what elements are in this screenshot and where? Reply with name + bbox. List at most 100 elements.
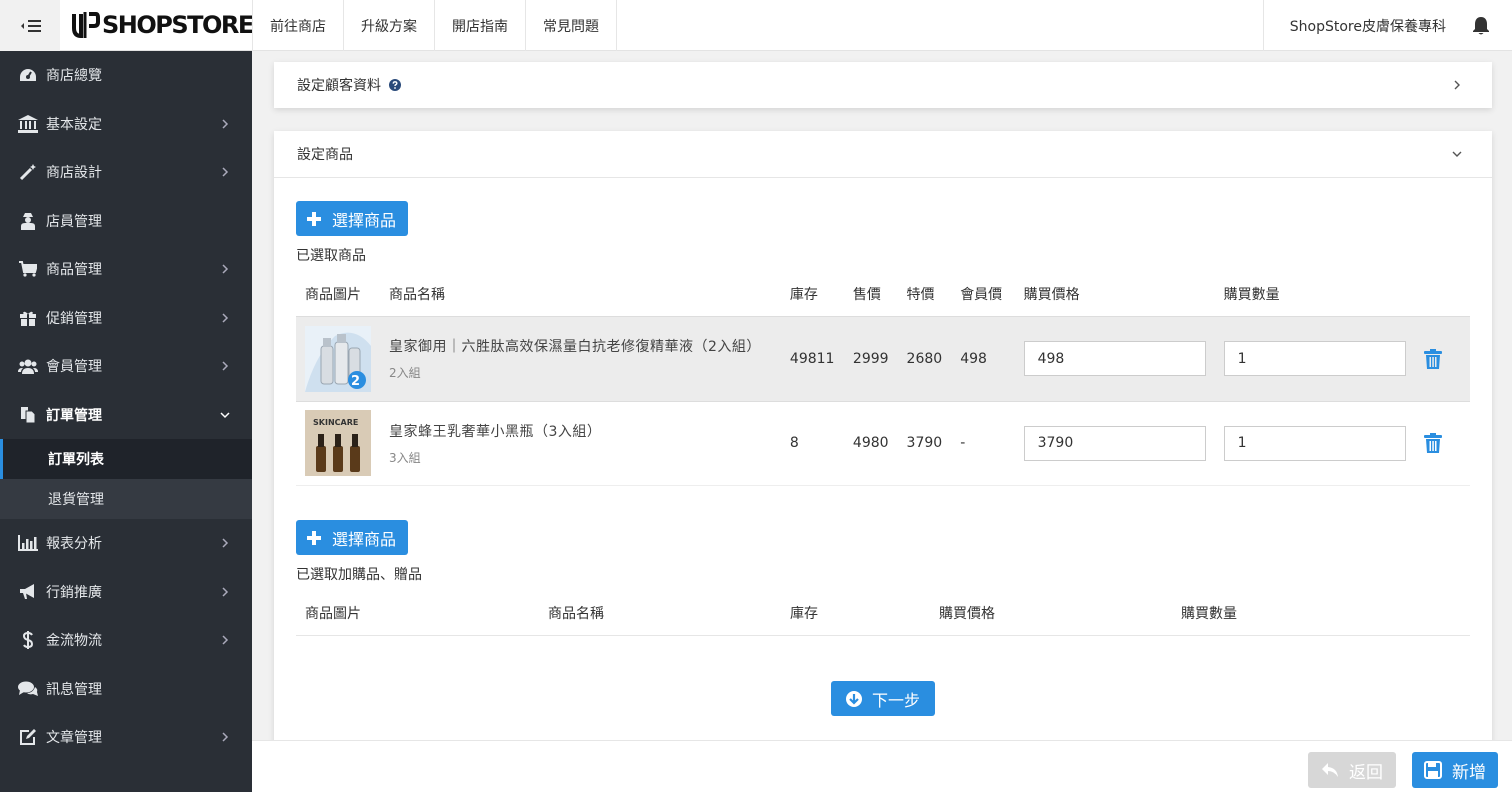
chevron-down-icon	[1452, 151, 1462, 157]
buy-price-input[interactable]	[1023, 341, 1206, 376]
product-name: 皇家蜂王乳奢華小黑瓶（3入組）	[389, 423, 602, 440]
logo-mark-icon	[72, 12, 100, 39]
product-image[interactable]: 2	[305, 325, 371, 392]
sidebar-item-label: 基本設定	[46, 116, 102, 133]
col-header-qty: 購買數量	[1172, 591, 1470, 636]
next-step-button[interactable]: 下一步	[831, 681, 935, 716]
col-header-image: 商品圖片	[296, 591, 539, 636]
svg-text:SKINCARE: SKINCARE	[313, 418, 358, 427]
col-header-name: 商品名稱	[389, 286, 445, 303]
product-stock: 49811	[780, 316, 844, 401]
shopstore-logo[interactable]: SHOPSTORE	[70, 8, 254, 42]
col-header-buy-price: 購買價格	[1023, 286, 1080, 303]
gift-icon	[18, 309, 38, 327]
magic-wand-icon	[18, 163, 38, 181]
sidebar-item-label: 店員管理	[46, 213, 102, 230]
quantity-input[interactable]	[1223, 341, 1406, 376]
col-header-member: 會員價	[960, 286, 1003, 303]
trash-icon[interactable]	[1423, 348, 1442, 369]
save-icon	[1424, 761, 1442, 779]
top-nav: 前往商店 升級方案 開店指南 常見問題	[252, 0, 617, 51]
col-header-qty: 購買數量	[1223, 286, 1280, 303]
bar-chart-icon	[18, 534, 38, 552]
product-member-price: -	[960, 435, 966, 451]
arrow-down-icon	[845, 690, 862, 707]
edit-icon	[18, 728, 38, 746]
dollar-icon	[18, 631, 38, 650]
buy-price-input[interactable]	[1023, 425, 1206, 461]
question-circle-icon[interactable]	[389, 79, 401, 91]
sidebar: 商店總覽 基本設定 商店設計 店員管理 商品管理 促銷管理 會員管理 訂單管理 …	[0, 51, 252, 792]
sidebar-item-payment-logistics[interactable]: 金流物流	[0, 616, 252, 665]
sidebar-item-store-design[interactable]: 商店設計	[0, 148, 252, 197]
chevron-right-icon	[222, 361, 229, 371]
nav-go-to-store[interactable]: 前往商店	[252, 0, 343, 51]
sidebar-item-marketing[interactable]: 行銷推廣	[0, 568, 252, 617]
back-label: 返回	[1349, 762, 1383, 783]
sidebar-item-members[interactable]: 會員管理	[0, 342, 252, 391]
sidebar-subitem-returns[interactable]: 退貨管理	[0, 479, 252, 519]
user-secret-icon	[18, 212, 38, 230]
chevron-right-icon	[222, 587, 229, 597]
product-price: 4980	[852, 435, 889, 451]
notifications-button[interactable]	[1472, 0, 1512, 51]
sidebar-subitem-order-list[interactable]: 訂單列表	[0, 439, 252, 479]
sidebar-item-messages[interactable]: 訊息管理	[0, 665, 252, 714]
nav-store-guide[interactable]: 開店指南	[434, 0, 525, 51]
logo-text: SHOPSTORE	[102, 11, 254, 39]
trash-icon[interactable]	[1423, 433, 1442, 453]
nav-upgrade-plan[interactable]: 升級方案	[343, 0, 434, 51]
select-addon-product-button[interactable]: 選擇商品	[296, 520, 409, 555]
chevron-right-icon	[1454, 80, 1460, 90]
cart-icon	[18, 260, 38, 278]
create-label: 新增	[1452, 762, 1486, 783]
chevron-right-icon	[222, 264, 229, 274]
sidebar-item-staff[interactable]: 店員管理	[0, 197, 252, 246]
product-image[interactable]: SKINCARE	[305, 410, 371, 476]
chevron-right-icon	[222, 167, 229, 177]
select-product-button[interactable]: 選擇商品	[296, 201, 409, 236]
reply-icon	[1322, 763, 1338, 777]
quantity-input[interactable]	[1223, 425, 1406, 461]
comments-icon	[18, 680, 38, 698]
sidebar-item-promotions[interactable]: 促銷管理	[0, 294, 252, 343]
chevron-down-icon	[220, 412, 230, 418]
product-special-price: 2680	[897, 316, 952, 401]
sidebar-item-label: 訊息管理	[46, 681, 102, 698]
create-button[interactable]: 新增	[1412, 752, 1498, 788]
sidebar-item-orders[interactable]: 訂單管理	[0, 390, 252, 439]
menu-toggle-icon	[21, 19, 41, 32]
product-settings-title: 設定商品	[297, 147, 353, 163]
sidebar-toggle-button[interactable]	[0, 0, 60, 51]
sidebar-item-label: 促銷管理	[46, 310, 102, 327]
store-name-menu[interactable]: ShopStore皮膚保養專科	[1262, 0, 1472, 51]
back-button[interactable]: 返回	[1308, 752, 1396, 788]
main-content: 設定顧客資料 設定商品 選擇商品 已選取商品 商品圖片 商品名稱 庫存 售價 特…	[252, 51, 1512, 740]
sidebar-item-basic-settings[interactable]: 基本設定	[0, 100, 252, 149]
sidebar-item-reports[interactable]: 報表分析	[0, 519, 252, 568]
plus-icon	[307, 211, 321, 226]
product-name: 皇家御用｜六胜肽高效保濕量白抗老修復精華液（2入組）	[389, 339, 761, 355]
sidebar-item-label: 訂單管理	[46, 407, 102, 424]
files-icon	[18, 406, 38, 424]
col-header-name: 商品名稱	[539, 591, 781, 636]
nav-faq[interactable]: 常見問題	[525, 0, 617, 51]
sidebar-item-label: 金流物流	[46, 633, 102, 650]
next-step-label: 下一步	[871, 690, 920, 710]
sidebar-item-label: 商品管理	[46, 262, 102, 279]
customer-info-header[interactable]: 設定顧客資料	[274, 62, 1492, 108]
bottom-action-bar: 返回 新增	[252, 740, 1512, 792]
product-price: 2999	[843, 316, 898, 401]
col-header-image: 商品圖片	[305, 286, 361, 303]
sidebar-item-articles[interactable]: 文章管理	[0, 713, 252, 762]
chevron-right-icon	[222, 313, 229, 323]
sidebar-item-products[interactable]: 商品管理	[0, 245, 252, 294]
sidebar-item-label: 商店總覽	[46, 68, 102, 85]
top-right: ShopStore皮膚保養專科	[1262, 0, 1512, 51]
chevron-right-icon	[222, 732, 229, 742]
table-row: SKINCARE 皇家蜂王乳奢華小黑瓶（3入組） 3入組 8 4980 3790…	[296, 401, 1470, 485]
col-header-stock: 庫存	[789, 286, 818, 303]
top-bar: SHOPSTORE 前往商店 升級方案 開店指南 常見問題 ShopStore皮…	[0, 0, 1512, 51]
sidebar-item-store-overview[interactable]: 商店總覽	[0, 51, 252, 100]
product-settings-header[interactable]: 設定商品	[274, 131, 1492, 178]
